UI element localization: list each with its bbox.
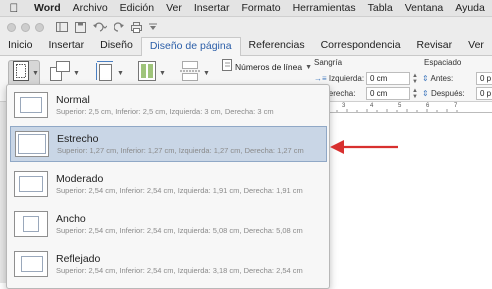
chevron-down-icon: ▼ [117, 69, 124, 77]
margin-option-ancho[interactable]: Ancho Superior: 2,54 cm, Inferior: 2,54 … [10, 206, 327, 242]
line-numbers-button[interactable]: Números de línea ▼ [222, 58, 313, 76]
spacing-after-input[interactable]: 0 p [476, 87, 492, 100]
margin-option-reflejado[interactable]: Reflejado Superior: 2,54 cm, Inferior: 2… [10, 246, 327, 282]
indent-title: Sangría [314, 58, 343, 67]
menu-herramientas[interactable]: Herramientas [287, 2, 362, 14]
horizontal-ruler[interactable]: 3 4 5 6 7 [322, 103, 492, 113]
tab-revisar[interactable]: Revisar [409, 39, 461, 55]
menu-formato[interactable]: Formato [235, 2, 286, 14]
tab-diseno-de-pagina[interactable]: Diseño de página [140, 37, 241, 56]
indent-left-stepper[interactable]: ▲ ▼ [412, 73, 418, 85]
menu-ver[interactable]: Ver [160, 2, 188, 14]
indent-right-input[interactable]: 0 cm [366, 87, 410, 100]
size-button[interactable]: ▼ [96, 60, 128, 86]
chevron-down-icon: ▼ [203, 69, 210, 77]
breaks-button[interactable]: ▼ [180, 60, 212, 86]
menu-word[interactable]: Word [28, 2, 67, 14]
indent-left-text: Izquierda: [328, 74, 365, 83]
sidebar-toggle-icon[interactable] [56, 22, 68, 32]
title-bar [0, 17, 492, 37]
spacing-before-text: Antes: [430, 74, 454, 83]
menu-tabla[interactable]: Tabla [362, 2, 399, 14]
chevron-down-icon: ▼ [73, 69, 80, 77]
tab-correspondencia[interactable]: Correspondencia [313, 39, 409, 55]
margin-preview-reflejado [14, 251, 48, 277]
indent-left-icon: →≡ [314, 74, 327, 83]
orientation-button[interactable]: ▼ [50, 60, 82, 86]
tab-inicio[interactable]: Inicio [0, 39, 41, 55]
spacing-before-icon: ⇕ [422, 74, 429, 83]
spacing-title: Espaciado [424, 58, 462, 67]
margins-icon [13, 60, 29, 86]
customize-toolbar-icon[interactable] [149, 23, 157, 31]
margin-option-desc: Superior: 1,27 cm, Inferior: 1,27 cm, Iz… [57, 146, 304, 155]
ruler-mark: 7 [454, 103, 458, 109]
margin-option-desc: Superior: 2,54 cm, Inferior: 2,54 cm, Iz… [56, 226, 303, 235]
ruler-mark: 3 [342, 103, 346, 109]
margin-preview-moderado [14, 171, 48, 197]
menu-edicion[interactable]: Edición [114, 2, 160, 14]
save-icon[interactable] [75, 21, 86, 33]
ribbon-tabs: Inicio Insertar Diseño Diseño de página … [0, 37, 492, 56]
margin-option-normal[interactable]: Normal Superior: 2,5 cm, Inferior: 2,5 c… [10, 87, 327, 123]
spacing-before-label: ⇕ Antes: [422, 74, 453, 83]
tab-referencias[interactable]: Referencias [241, 39, 313, 55]
tab-diseno[interactable]: Diseño [92, 39, 141, 55]
ruler-mark: 6 [426, 103, 430, 109]
columns-button[interactable]: ▼ [138, 60, 170, 86]
line-numbers-icon [222, 58, 232, 76]
menu-ayuda[interactable]: Ayuda [449, 2, 491, 14]
margin-preview-estrecho [15, 131, 49, 157]
indent-right-stepper[interactable]: ▲ ▼ [412, 88, 418, 100]
margin-option-name: Normal [56, 94, 90, 106]
margin-option-moderado[interactable]: Moderado Superior: 2,54 cm, Inferior: 2,… [10, 166, 327, 202]
spacing-after-label: ⇕ Después: [422, 89, 465, 98]
redo-icon[interactable] [114, 22, 124, 32]
spacing-after-icon: ⇕ [422, 89, 429, 98]
margins-dropdown: Normal Superior: 2,5 cm, Inferior: 2,5 c… [6, 84, 330, 289]
margin-option-name: Moderado [56, 173, 104, 185]
page-size-icon [96, 60, 114, 86]
line-numbers-label: Números de línea [235, 62, 303, 72]
ruler-mark: 5 [398, 103, 402, 109]
menu-ventana[interactable]: Ventana [399, 2, 450, 14]
ruler-mark: 4 [370, 103, 374, 109]
chevron-down-icon: ▼ [159, 69, 166, 77]
print-icon[interactable] [131, 21, 142, 33]
margin-option-desc: Superior: 2,54 cm, Inferior: 2,54 cm, Iz… [56, 186, 303, 195]
undo-icon[interactable] [93, 22, 107, 32]
margin-option-desc: Superior: 2,54 cm, Inferior: 2,54 cm, Iz… [56, 266, 303, 275]
spacing-before-input[interactable]: 0 p [476, 72, 492, 85]
apple-menu-icon[interactable]:  [0, 1, 28, 15]
zoom-window-button[interactable] [35, 22, 44, 32]
margin-preview-ancho [14, 211, 48, 237]
menu-insertar[interactable]: Insertar [188, 2, 236, 14]
breaks-icon [180, 60, 200, 86]
orientation-icon [50, 60, 70, 86]
columns-icon [138, 60, 156, 86]
margin-preview-normal [14, 92, 48, 118]
menu-archivo[interactable]: Archivo [67, 2, 114, 14]
margin-option-name: Reflejado [56, 253, 101, 265]
margin-option-desc: Superior: 2,5 cm, Inferior: 2,5 cm, Izqu… [56, 107, 274, 116]
tab-insertar[interactable]: Insertar [41, 39, 93, 55]
spacing-after-text: Después: [430, 89, 465, 98]
tab-ver[interactable]: Ver [460, 39, 492, 55]
indent-left-input[interactable]: 0 cm [366, 72, 410, 85]
annotation-arrow-icon [330, 140, 398, 154]
minimize-window-button[interactable] [21, 22, 30, 32]
chevron-down-icon: ▼ [32, 69, 39, 77]
close-window-button[interactable] [7, 22, 16, 32]
quick-access-toolbar [56, 21, 157, 33]
margins-button[interactable]: ▼ [8, 60, 40, 86]
margin-option-name: Estrecho [57, 133, 99, 145]
margin-option-name: Ancho [56, 213, 86, 225]
margin-option-estrecho[interactable]: Estrecho Superior: 1,27 cm, Inferior: 1,… [10, 126, 327, 162]
menu-bar:  Word Archivo Edición Ver Insertar Form… [0, 0, 492, 17]
indent-left-label: →≡ Izquierda: [314, 74, 364, 83]
chevron-down-icon: ▼ [305, 63, 313, 71]
